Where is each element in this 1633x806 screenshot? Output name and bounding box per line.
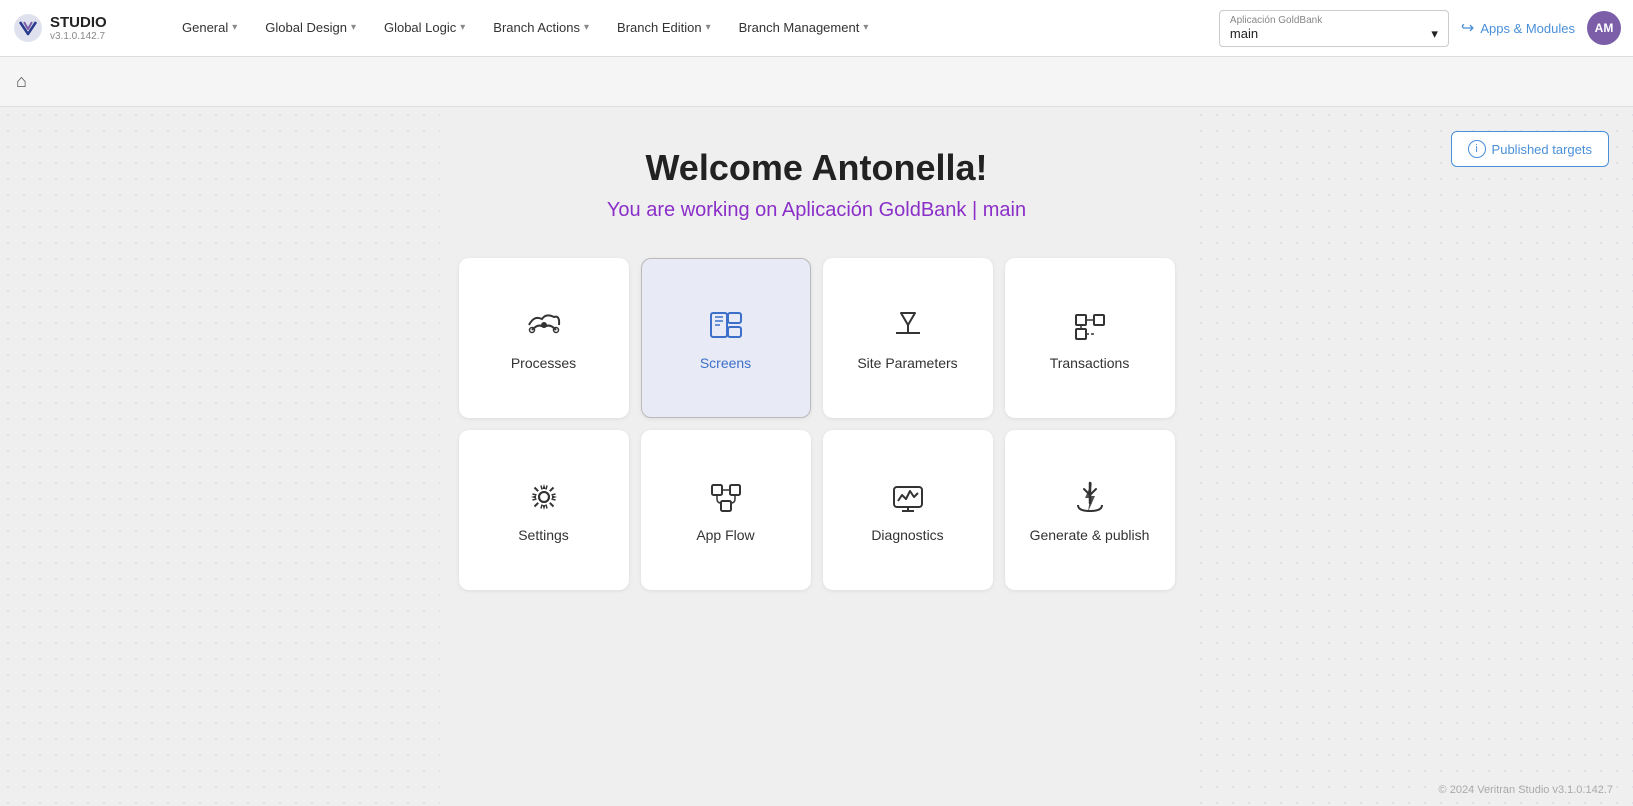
navbar-right: Aplicación GoldBank main ▾ ↪ Apps & Modu… [1219, 10, 1621, 47]
site-parameters-label: Site Parameters [857, 355, 957, 371]
app-flow-icon [706, 477, 746, 517]
card-settings[interactable]: Settings [459, 430, 629, 590]
welcome-title: Welcome Antonella! [645, 147, 987, 189]
user-avatar[interactable]: AM [1587, 11, 1621, 45]
chevron-down-icon: ▾ [863, 22, 868, 33]
generate-publish-icon [1070, 477, 1110, 517]
screens-label: Screens [700, 355, 751, 371]
nav-global-design[interactable]: Global Design ▾ [251, 0, 370, 57]
home-icon[interactable]: ⌂ [16, 71, 27, 92]
nav-branch-management[interactable]: Branch Management ▾ [725, 0, 883, 57]
card-diagnostics[interactable]: Diagnostics [823, 430, 993, 590]
nav-global-logic[interactable]: Global Logic ▾ [370, 0, 479, 57]
nav-branch-edition[interactable]: Branch Edition ▾ [603, 0, 725, 57]
card-generate-publish[interactable]: Generate & publish [1005, 430, 1175, 590]
card-app-flow[interactable]: App Flow [641, 430, 811, 590]
sign-in-icon: ↪ [1461, 18, 1474, 38]
version-label: v3.1.0.142.7 [50, 31, 107, 42]
welcome-section: Welcome Antonella! You are working on Ap… [459, 147, 1175, 590]
app-selector-label: Aplicación GoldBank [1230, 15, 1438, 26]
screens-icon [706, 305, 746, 345]
published-targets-button[interactable]: i Published targets [1451, 131, 1609, 167]
diagnostics-icon [888, 477, 928, 517]
chevron-down-icon: ▾ [1431, 26, 1438, 42]
footer: © 2024 Veritran Studio v3.1.0.142.7 [1439, 784, 1613, 796]
diagnostics-label: Diagnostics [871, 527, 943, 543]
card-processes[interactable]: Processes [459, 258, 629, 418]
card-site-parameters[interactable]: Site Parameters [823, 258, 993, 418]
card-screens[interactable]: Screens [641, 258, 811, 418]
chevron-down-icon: ▾ [232, 22, 237, 33]
logo: STUDIO v3.1.0.142.7 [12, 12, 152, 44]
processes-label: Processes [511, 355, 576, 371]
cards-grid: Processes Screens [459, 258, 1175, 590]
generate-publish-label: Generate & publish [1030, 527, 1150, 543]
transactions-icon [1070, 305, 1110, 345]
main-content: i Published targets Welcome Antonella! Y… [0, 107, 1633, 806]
navbar: STUDIO v3.1.0.142.7 General ▾ Global Des… [0, 0, 1633, 57]
dot-pattern-right [1193, 107, 1633, 806]
apps-modules-button[interactable]: ↪ Apps & Modules [1461, 18, 1575, 38]
settings-label: Settings [518, 527, 569, 543]
chevron-down-icon: ▾ [351, 22, 356, 33]
chevron-down-icon: ▾ [706, 22, 711, 33]
chevron-down-icon: ▾ [460, 22, 465, 33]
info-circle-icon: i [1468, 140, 1486, 158]
veritran-logo-icon [12, 12, 44, 44]
transactions-label: Transactions [1050, 355, 1130, 371]
studio-label: STUDIO [50, 14, 107, 31]
process-icon [524, 305, 564, 345]
app-flow-label: App Flow [696, 527, 754, 543]
settings-icon [524, 477, 564, 517]
app-selector[interactable]: Aplicación GoldBank main ▾ [1219, 10, 1449, 47]
app-selector-value: main ▾ [1230, 26, 1438, 42]
card-transactions[interactable]: Transactions [1005, 258, 1175, 418]
nav-items: General ▾ Global Design ▾ Global Logic ▾… [168, 0, 1219, 57]
nav-general[interactable]: General ▾ [168, 0, 251, 57]
dot-pattern-left [0, 107, 440, 806]
chevron-down-icon: ▾ [584, 22, 589, 33]
site-params-icon [888, 305, 928, 345]
welcome-subtitle: You are working on Aplicación GoldBank |… [607, 199, 1026, 222]
secondary-bar: ⌂ [0, 57, 1633, 107]
nav-branch-actions[interactable]: Branch Actions ▾ [479, 0, 603, 57]
